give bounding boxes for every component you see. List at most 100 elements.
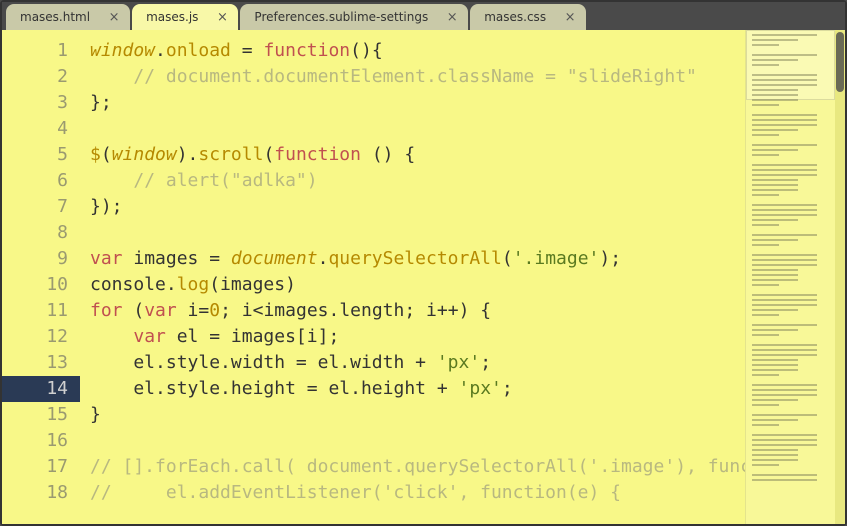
- line-number-gutter[interactable]: 123456789101112131415161718: [2, 30, 80, 524]
- minimap-line: [752, 424, 779, 426]
- line-number[interactable]: 12: [2, 324, 80, 350]
- line-number[interactable]: 13: [2, 350, 80, 376]
- minimap-line: [752, 459, 798, 461]
- minimap-line: [752, 54, 817, 56]
- line-number[interactable]: 4: [2, 116, 80, 142]
- tab-mases-html[interactable]: mases.html ×: [6, 4, 130, 30]
- minimap-line: [752, 304, 817, 306]
- minimap-line: [752, 414, 817, 416]
- code-line[interactable]: for (var i=0; i<images.length; i++) {: [80, 298, 745, 324]
- close-icon[interactable]: ×: [564, 11, 576, 23]
- minimap-line: [752, 274, 798, 276]
- minimap-line: [752, 164, 817, 166]
- line-number[interactable]: 16: [2, 428, 80, 454]
- code-line[interactable]: var el = images[i];: [80, 324, 745, 350]
- minimap-line: [752, 374, 779, 376]
- minimap-line: [752, 369, 798, 371]
- code-line[interactable]: el.style.height = el.height + 'px';: [80, 376, 745, 402]
- minimap-line: [752, 209, 817, 211]
- minimap-line: [752, 449, 798, 451]
- minimap-line: [752, 279, 798, 281]
- close-icon[interactable]: ×: [216, 11, 228, 23]
- line-number[interactable]: 15: [2, 402, 80, 428]
- code-line[interactable]: $(window).scroll(function () {: [80, 142, 745, 168]
- minimap-line: [752, 334, 779, 336]
- minimap-line: [752, 184, 798, 186]
- code-line[interactable]: // [].forEach.call( document.querySelect…: [80, 454, 745, 480]
- vertical-scrollbar[interactable]: [835, 30, 845, 524]
- code-line[interactable]: window.onload = function(){: [80, 38, 745, 64]
- line-number[interactable]: 18: [2, 480, 80, 506]
- line-number[interactable]: 11: [2, 298, 80, 324]
- tab-mases-css[interactable]: mases.css ×: [470, 4, 586, 30]
- minimap-line: [752, 239, 798, 241]
- code-line[interactable]: var images = document.querySelectorAll('…: [80, 246, 745, 272]
- minimap-line: [752, 134, 779, 136]
- line-number[interactable]: 10: [2, 272, 80, 298]
- line-number[interactable]: 8: [2, 220, 80, 246]
- minimap-line: [752, 194, 779, 196]
- minimap-line: [752, 74, 817, 76]
- minimap-line: [752, 469, 829, 471]
- minimap-line: [752, 89, 798, 91]
- code-line[interactable]: // alert("adlka"): [80, 168, 745, 194]
- code-line[interactable]: el.style.width = el.width + 'px';: [80, 350, 745, 376]
- minimap-line: [752, 464, 779, 466]
- code-line[interactable]: });: [80, 194, 745, 220]
- line-number[interactable]: 17: [2, 454, 80, 480]
- tab-preferences[interactable]: Preferences.sublime-settings ×: [240, 4, 468, 30]
- minimap-line: [752, 474, 817, 476]
- minimap-line: [752, 84, 817, 86]
- minimap-line: [752, 179, 798, 181]
- minimap-line: [752, 344, 817, 346]
- code-line[interactable]: [80, 428, 745, 454]
- minimap-line: [752, 349, 817, 351]
- code-line[interactable]: // document.documentElement.className = …: [80, 64, 745, 90]
- minimap-line: [752, 69, 829, 71]
- minimap-line: [752, 289, 829, 291]
- close-icon[interactable]: ×: [108, 11, 120, 23]
- minimap-line: [752, 174, 817, 176]
- minimap-line: [752, 99, 798, 101]
- minimap-line: [752, 189, 798, 191]
- scrollbar-thumb[interactable]: [836, 32, 844, 92]
- code-line[interactable]: console.log(images): [80, 272, 745, 298]
- code-line[interactable]: [80, 220, 745, 246]
- minimap[interactable]: [745, 30, 835, 524]
- minimap-line: [752, 269, 798, 271]
- minimap-line: [752, 79, 817, 81]
- code-line[interactable]: }: [80, 402, 745, 428]
- code-line[interactable]: [80, 116, 745, 142]
- code-line[interactable]: };: [80, 90, 745, 116]
- minimap-line: [752, 109, 829, 111]
- code-line[interactable]: // el.addEventListener('click', function…: [80, 480, 745, 506]
- line-number[interactable]: 14: [2, 376, 80, 402]
- minimap-line: [752, 319, 829, 321]
- minimap-line: [752, 419, 798, 421]
- minimap-line: [752, 454, 798, 456]
- line-number[interactable]: 6: [2, 168, 80, 194]
- minimap-line: [752, 154, 779, 156]
- minimap-line: [752, 169, 817, 171]
- code-editor[interactable]: window.onload = function(){ // document.…: [80, 30, 745, 524]
- line-number[interactable]: 1: [2, 38, 80, 64]
- minimap-line: [752, 94, 798, 96]
- minimap-line: [752, 389, 817, 391]
- minimap-line: [752, 299, 817, 301]
- minimap-line: [752, 359, 798, 361]
- minimap-line: [752, 329, 798, 331]
- line-number[interactable]: 7: [2, 194, 80, 220]
- line-number[interactable]: 3: [2, 90, 80, 116]
- line-number[interactable]: 5: [2, 142, 80, 168]
- tab-label: mases.js: [146, 10, 198, 24]
- minimap-line: [752, 404, 779, 406]
- minimap-line: [752, 159, 829, 161]
- minimap-line: [752, 314, 779, 316]
- minimap-line: [752, 219, 798, 221]
- minimap-line: [752, 394, 817, 396]
- close-icon[interactable]: ×: [446, 11, 458, 23]
- tab-mases-js[interactable]: mases.js ×: [132, 4, 238, 30]
- line-number[interactable]: 9: [2, 246, 80, 272]
- minimap-line: [752, 114, 817, 116]
- line-number[interactable]: 2: [2, 64, 80, 90]
